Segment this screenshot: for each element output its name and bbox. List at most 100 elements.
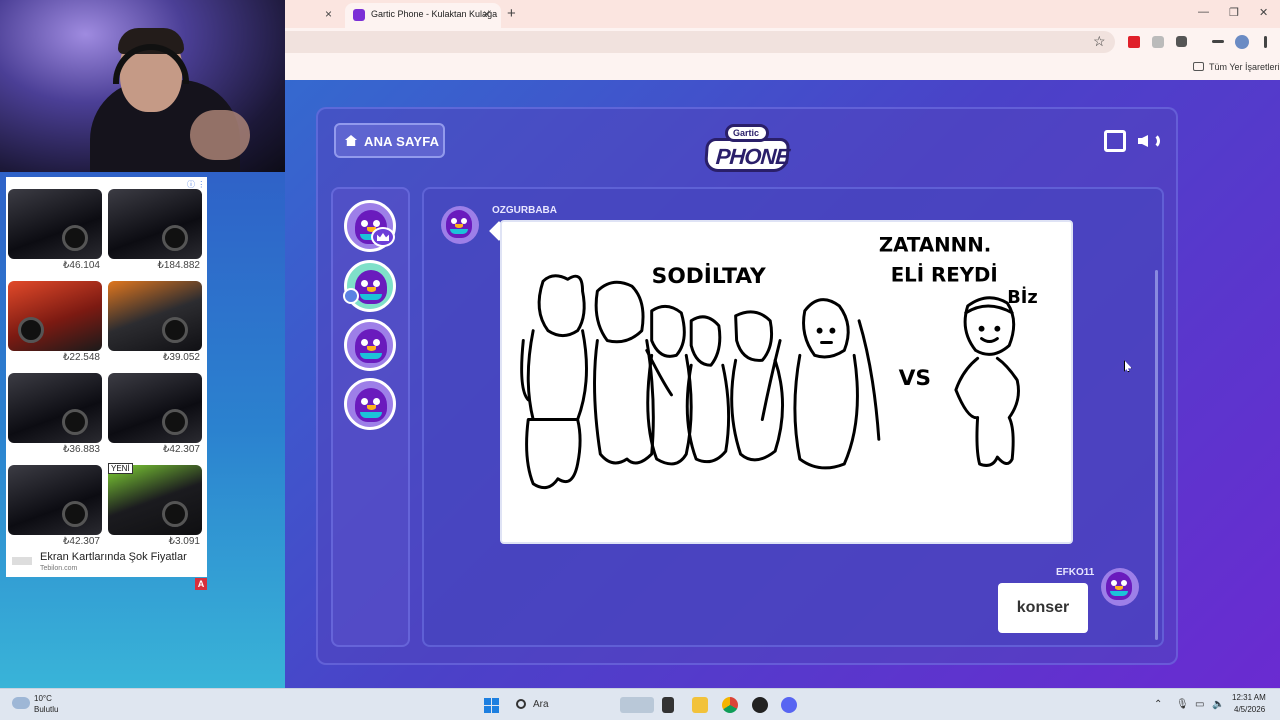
advertiser-logo [12, 557, 32, 565]
obs-icon[interactable] [752, 697, 768, 713]
ad-product[interactable]: ₺36.883 [6, 367, 104, 457]
drawing-eye [816, 327, 823, 334]
drawing-text: Bİz [1007, 286, 1037, 308]
drawing-canvas: ZATANNN. ELİ REYDİ Bİz SODİLTAY VS [500, 220, 1073, 544]
windows-start-icon[interactable] [484, 698, 499, 713]
url-field[interactable] [285, 31, 1115, 53]
search-highlight-image[interactable] [620, 697, 654, 713]
volume-icon[interactable] [1138, 130, 1160, 152]
avatar-mouth [360, 294, 382, 300]
profile-avatar[interactable] [1235, 35, 1249, 49]
player-avatar[interactable] [344, 319, 396, 371]
avatar-face [446, 210, 472, 238]
ad-price: ₺22.548 [63, 352, 100, 363]
tray-chevron-icon[interactable]: ⌃ [1154, 699, 1162, 710]
clock-date[interactable]: 4/5/2026 [1234, 705, 1265, 714]
fan-shape [162, 225, 188, 251]
ad-product[interactable]: ₺42.307 [6, 459, 104, 549]
player-avatar[interactable] [344, 378, 396, 430]
avatar-eye [361, 220, 368, 227]
avatar-mouth [360, 412, 382, 418]
player-avatar[interactable] [344, 260, 396, 312]
drawing-eye [994, 325, 1001, 332]
microphone-icon[interactable]: 🎙 [1176, 699, 1189, 710]
ad-product[interactable]: ₺184.882 [106, 183, 204, 273]
chrome-icon[interactable] [722, 697, 738, 713]
fan-shape [62, 409, 88, 435]
advertisement[interactable]: ⓘ ⋮ ₺46.104 ₺184.882 ₺22.548 ₺39.052 ₺36… [6, 177, 207, 577]
answer-author-avatar [1101, 568, 1139, 606]
avatar-face [355, 270, 387, 304]
prev-tab-close-icon[interactable]: × [325, 7, 332, 21]
drawing-stroke [646, 304, 693, 466]
avatar-eye [373, 280, 380, 287]
fan-shape [162, 317, 188, 343]
scrollbar[interactable] [1155, 270, 1158, 640]
avatar-eye [361, 339, 368, 346]
ad-headline[interactable]: Ekran Kartlarında Şok Fiyatlar [40, 551, 187, 563]
ad-product[interactable]: ₺22.548 [6, 275, 104, 365]
menu-kebab-icon[interactable] [1264, 36, 1267, 48]
restore-icon[interactable]: ❐ [1229, 6, 1239, 19]
ad-choices-badge[interactable]: A [195, 578, 207, 590]
ad-product[interactable]: ₺39.052 [106, 275, 204, 365]
task-view-icon[interactable] [662, 697, 674, 713]
browser-tabbar: × Gartic Phone - Kulaktan Kulağa × + — ❐… [285, 0, 1280, 28]
taskbar-search-label[interactable]: Ara [533, 699, 549, 710]
drawing-text: ELİ REYDİ [891, 262, 998, 286]
new-tab-button[interactable]: + [507, 5, 516, 22]
ad-product[interactable]: YENİ ₺3.091 [106, 459, 204, 549]
minimize-icon[interactable]: — [1198, 6, 1209, 18]
webcam-overlay [0, 0, 285, 172]
extension-icon[interactable] [1152, 36, 1164, 48]
drawing-stroke [593, 339, 655, 465]
tab-close-icon[interactable]: × [483, 7, 490, 21]
discord-icon[interactable] [781, 697, 797, 713]
sound-wave-shape [1148, 133, 1160, 149]
avatar-eye [373, 220, 380, 227]
drawing-stroke [537, 274, 586, 338]
avatar-eye [373, 398, 380, 405]
favicon [353, 9, 365, 21]
gpu-image [108, 465, 202, 535]
players-column [331, 187, 410, 647]
tab-title: Gartic Phone - Kulaktan Kulağa [371, 9, 498, 19]
ad-domain: Tebilon.com [40, 565, 78, 572]
avatar-beak [455, 224, 463, 228]
tab-gartic-phone[interactable]: Gartic Phone - Kulaktan Kulağa × [345, 3, 501, 28]
answer-author-name: EFKO11 [1056, 567, 1095, 578]
ad-price: ₺39.052 [163, 352, 200, 363]
answer-bubble: konser [998, 583, 1088, 633]
gpu-image [108, 189, 202, 259]
search-icon[interactable] [516, 699, 526, 709]
tab-search-icon[interactable] [1212, 40, 1224, 43]
logo-top-text: Gartic [733, 128, 760, 138]
network-icon[interactable]: ▭ [1195, 699, 1204, 710]
all-bookmarks-link[interactable]: Tüm Yer İşaretleri [1209, 62, 1280, 72]
ad-product[interactable]: ₺42.307 [106, 367, 204, 457]
answer-text: konser [1016, 599, 1070, 616]
file-explorer-icon[interactable] [692, 697, 708, 713]
drawing-stroke [954, 356, 1020, 467]
drawing-stroke [594, 280, 645, 344]
streamer-hand [190, 110, 250, 160]
ad-product[interactable]: ₺46.104 [6, 183, 104, 273]
speaker-icon[interactable]: 🔈 [1212, 699, 1224, 710]
weather-temp: 10°C [34, 694, 52, 703]
home-button[interactable]: ANA SAYFA [334, 123, 445, 158]
extension-icon[interactable] [1128, 36, 1140, 48]
clock-time[interactable]: 12:31 AM [1232, 693, 1266, 702]
weather-desc: Bulutlu [34, 705, 59, 714]
folder-icon [1193, 62, 1204, 71]
ad-price: ₺36.883 [63, 444, 100, 455]
cloud-icon[interactable] [12, 697, 30, 709]
window-close-icon[interactable]: ✕ [1259, 6, 1268, 19]
fan-shape [62, 501, 88, 527]
avatar-beak [367, 287, 376, 292]
gpu-image [8, 465, 102, 535]
fullscreen-icon[interactable] [1104, 130, 1126, 152]
bookmark-star-icon[interactable]: ☆ [1093, 33, 1106, 50]
extensions-puzzle-icon[interactable] [1176, 36, 1187, 47]
drawing-author-avatar [441, 206, 479, 244]
drawing-stroke [802, 298, 850, 359]
